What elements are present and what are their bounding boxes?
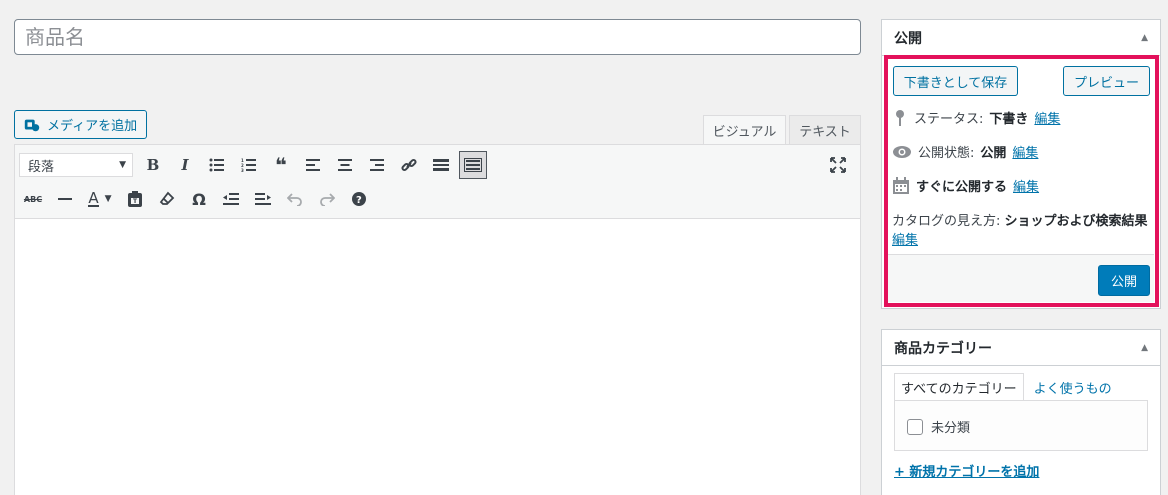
schedule-label: すぐに公開する [916,180,1008,195]
fullscreen-icon[interactable] [824,151,852,179]
category-box-title: 商品カテゴリー [894,340,992,357]
read-more-icon[interactable] [427,151,455,179]
link-icon[interactable] [395,151,423,179]
undo-icon[interactable] [281,185,309,213]
format-select[interactable]: 段落 ▼ [19,153,133,177]
add-new-category-link[interactable]: + 新規カテゴリーを追加 [894,461,1039,480]
help-icon[interactable]: ? [345,185,373,213]
toolbar-toggle-icon[interactable] [459,151,487,179]
category-label: 未分類 [931,421,971,436]
toolbar-row-1: 段落 ▼ B I 123 ❝ [19,150,491,180]
catalog-visibility-row: カタログの見え方: ショップおよび検索結果 編集 [892,210,1154,248]
svg-text:3: 3 [241,168,244,172]
horizontal-line-icon[interactable] [51,185,79,213]
category-tabs: すべてのカテゴリー よく使うもの [894,373,1118,401]
blockquote-icon[interactable]: ❝ [267,151,295,179]
italic-icon[interactable]: I [171,151,199,179]
category-list: 未分類 [894,400,1148,451]
text-color-icon[interactable]: A ▼ [83,185,117,213]
catalog-edit-link[interactable]: 編集 [892,233,918,248]
collapse-arrow-icon[interactable]: ▲ [1141,33,1148,43]
catalog-value: ショップおよび検索結果 [1004,214,1148,229]
visibility-row: 公開状態: 公開 編集 [892,142,1038,161]
status-row: ステータス: 下書き 編集 [892,108,1060,127]
save-draft-button[interactable]: 下書きとして保存 [893,66,1018,96]
tab-visual[interactable]: ビジュアル [703,115,786,144]
content-editor[interactable]: 段落 ▼ B I 123 ❝ ABC A ▼ T Ω ? [14,144,861,495]
bold-icon[interactable]: B [139,151,167,179]
align-center-icon[interactable] [331,151,359,179]
add-media-button[interactable]: メディアを追加 [14,110,147,139]
editor-toolbar: 段落 ▼ B I 123 ❝ ABC A ▼ T Ω ? [15,145,860,219]
outdent-icon[interactable] [217,185,245,213]
pin-icon [896,109,904,126]
status-label: ステータス: [914,112,984,127]
visibility-label: 公開状態: [918,146,975,161]
category-box-header[interactable]: 商品カテゴリー ▲ [882,330,1160,366]
catalog-label: カタログの見え方: [892,214,1001,229]
add-media-label: メディアを追加 [47,119,138,134]
status-edit-link[interactable]: 編集 [1034,108,1060,127]
category-checkbox[interactable] [907,418,923,435]
tab-text[interactable]: テキスト [789,115,861,144]
indent-icon[interactable] [249,185,277,213]
toolbar-row-2: ABC A ▼ T Ω ? [19,184,377,214]
preview-button[interactable]: プレビュー [1063,66,1150,96]
align-left-icon[interactable] [299,151,327,179]
strikethrough-icon[interactable]: ABC [19,185,47,213]
paste-text-icon[interactable]: T [121,185,149,213]
list-item: 未分類 [907,417,970,436]
svg-text:?: ? [356,195,362,206]
tab-popular-categories[interactable]: よく使うもの [1024,373,1118,401]
tab-all-categories[interactable]: すべてのカテゴリー [894,373,1024,401]
eye-icon [893,145,911,158]
publish-button[interactable]: 公開 [1098,265,1150,296]
format-select-value: 段落 [28,159,55,175]
chevron-down-icon: ▼ [119,160,126,170]
schedule-row: すぐに公開する 編集 [892,176,1039,195]
collapse-arrow-icon[interactable]: ▲ [1141,343,1148,353]
redo-icon[interactable] [313,185,341,213]
visibility-value: 公開 [980,146,1007,161]
publish-box-title: 公開 [894,30,922,47]
numbered-list-icon[interactable]: 123 [235,151,263,179]
visibility-edit-link[interactable]: 編集 [1012,142,1038,161]
status-value: 下書き [989,112,1029,127]
media-icon [24,119,40,131]
calendar-icon [893,176,909,194]
product-name-input[interactable]: 商品名 [14,19,861,55]
bullet-list-icon[interactable] [203,151,231,179]
schedule-edit-link[interactable]: 編集 [1013,176,1039,195]
clear-formatting-icon[interactable] [153,185,181,213]
publish-box-header[interactable]: 公開 ▲ [882,20,1160,56]
special-character-icon[interactable]: Ω [185,185,213,213]
align-right-icon[interactable] [363,151,391,179]
